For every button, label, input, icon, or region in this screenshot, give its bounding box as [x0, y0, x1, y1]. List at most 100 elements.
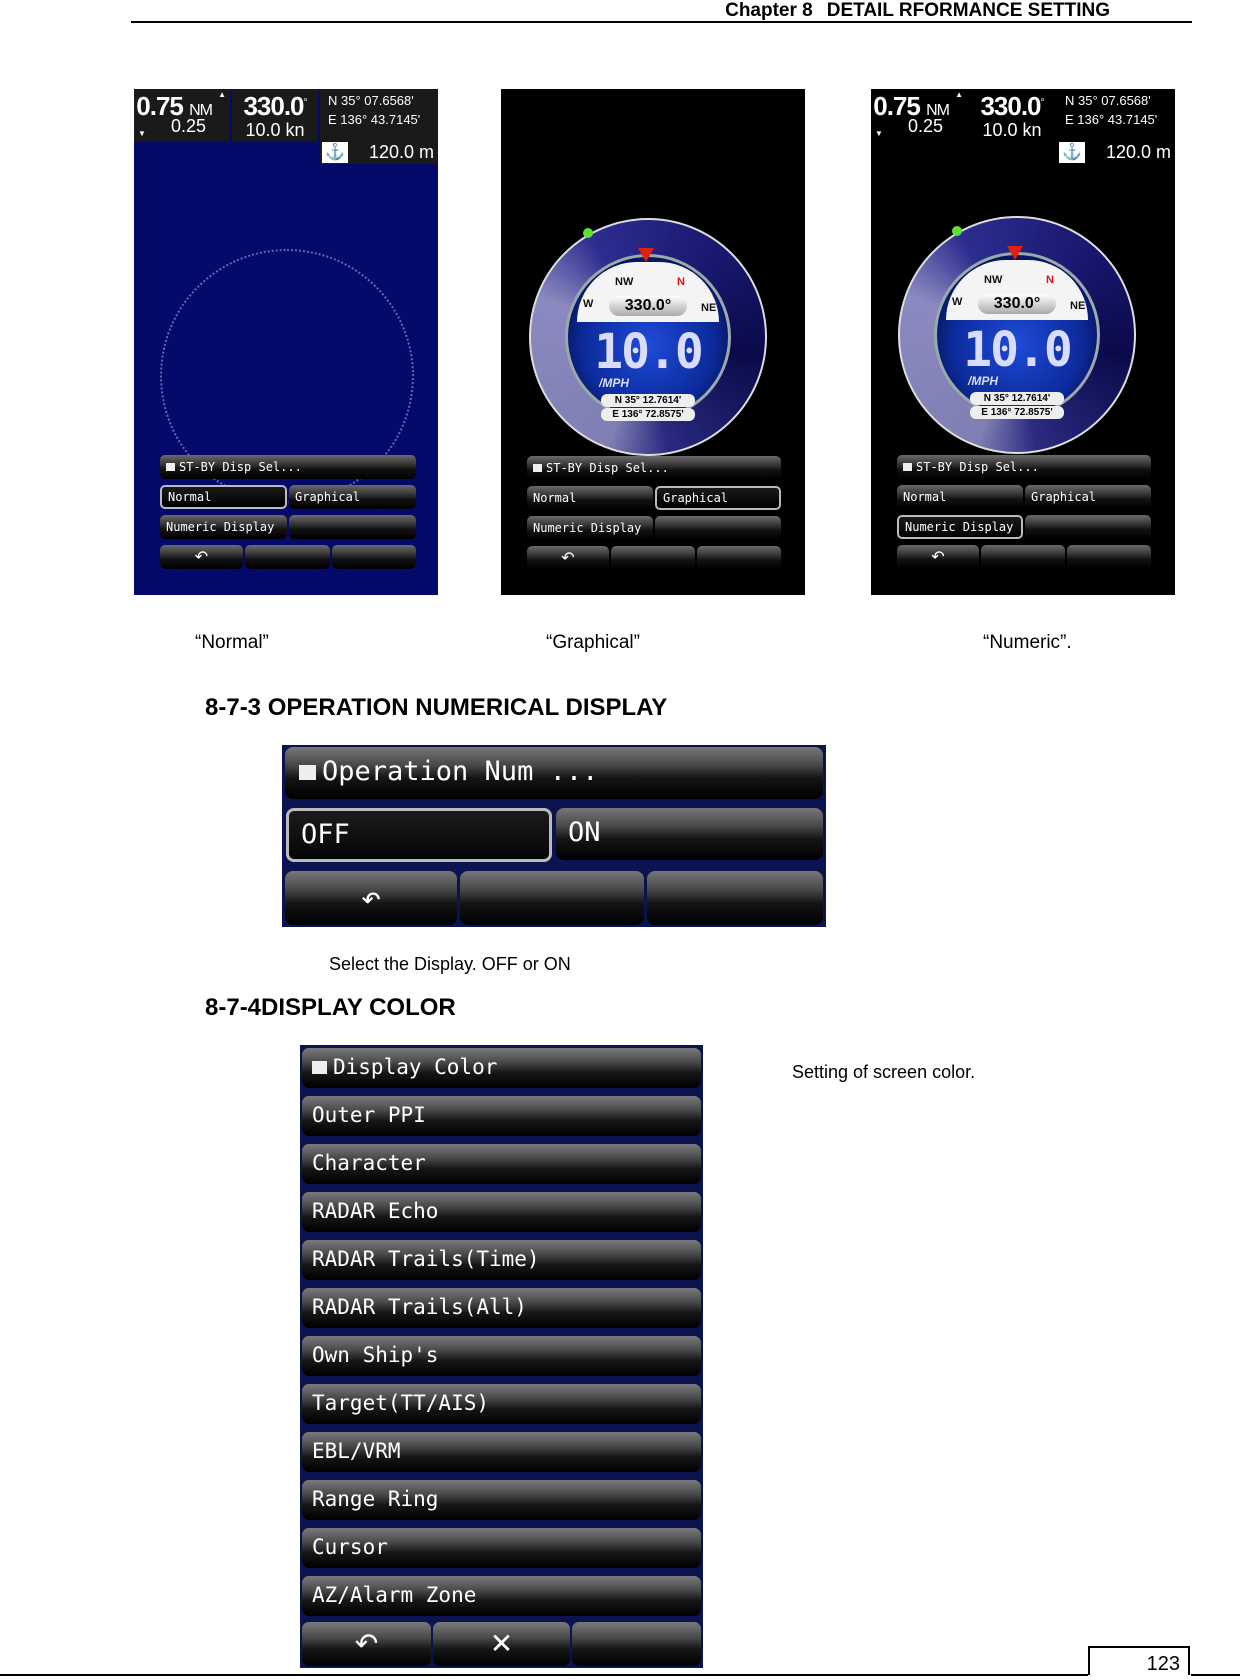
depth-value: 120.0 m	[368, 142, 434, 162]
option-on[interactable]: ON	[556, 808, 823, 860]
chapter-number: Chapter 8	[725, 0, 813, 21]
color-item-cursor[interactable]: Cursor	[302, 1528, 701, 1568]
heading-marker-icon	[638, 248, 654, 262]
depth-readout: ⚓ 120.0 m	[1057, 141, 1175, 164]
description-874: Setting of screen color.	[792, 1062, 976, 1082]
option-graphical[interactable]: Graphical	[655, 486, 781, 510]
display-color-menu: Display Color Outer PPI Character RADAR …	[300, 1045, 703, 1668]
range-up-icon[interactable]: ▲	[218, 90, 226, 99]
color-item-az-alarm-zone[interactable]: AZ/Alarm Zone	[302, 1576, 701, 1616]
gauge-heading: 330.0°	[978, 294, 1056, 314]
menu-title: ST-BY Disp Sel...	[160, 455, 416, 479]
anchor-icon: ⚓	[1059, 142, 1085, 163]
compass-label-ne: NE	[701, 302, 717, 314]
empty-button	[1067, 545, 1151, 569]
option-graphical[interactable]: Graphical	[1025, 485, 1151, 509]
heading-value: 330.0	[243, 91, 304, 121]
back-button[interactable]: ↶	[527, 546, 609, 570]
empty-button	[981, 545, 1065, 569]
option-graphical[interactable]: Graphical	[289, 485, 416, 509]
color-item-radar-trails-all[interactable]: RADAR Trails(All)	[302, 1288, 701, 1328]
gauge-unit: /MPH	[599, 376, 629, 390]
empty-button	[245, 545, 330, 569]
option-numeric-display[interactable]: Numeric Display	[897, 515, 1023, 539]
gauge-speed: 10.0	[594, 324, 704, 380]
back-button[interactable]: ↶	[302, 1622, 431, 1666]
position-readout: N 35° 07.6568' E 136° 43.7145'	[1057, 89, 1175, 141]
gauge-latitude: N 35° 12.7614'	[970, 392, 1064, 405]
color-item-own-ship[interactable]: Own Ship's	[302, 1336, 701, 1376]
color-item-target[interactable]: Target(TT/AIS)	[302, 1384, 701, 1424]
page-number: 123	[1088, 1646, 1190, 1675]
empty-button	[1025, 515, 1151, 539]
section-heading-874: 8-7-4DISPLAY COLOR	[205, 994, 456, 1021]
range-down-icon[interactable]: ▼	[138, 129, 146, 138]
description-873: Select the Display. OFF or ON	[329, 954, 571, 974]
color-item-radar-trails-time[interactable]: RADAR Trails(Time)	[302, 1240, 701, 1280]
longitude: E 136° 43.7145'	[1065, 112, 1158, 127]
operation-num-dialog: Operation Num ... OFF ON ↶	[282, 745, 826, 927]
flag-icon	[312, 1061, 327, 1074]
back-button[interactable]: ↶	[897, 545, 979, 569]
footer-rule	[0, 1674, 1088, 1676]
ring-value: 0.25	[907, 116, 943, 136]
back-icon: ↶	[354, 1628, 379, 1659]
flag-icon	[533, 464, 542, 472]
option-normal[interactable]: Normal	[527, 486, 653, 510]
flag-icon	[299, 765, 316, 780]
back-icon: ↶	[360, 878, 382, 918]
screen-normal: ▲ 0.75 NM 0.25 ▼ 330.0° 10.0 kn N 35° 07…	[134, 89, 438, 595]
range-readout: ▲ 0.75 NM 0.25 ▼	[871, 89, 967, 141]
back-icon: ↶	[194, 547, 209, 566]
compass-label-w: W	[952, 296, 963, 308]
menu-title: ST-BY Disp Sel...	[527, 456, 781, 480]
color-item-character[interactable]: Character	[302, 1144, 701, 1184]
option-normal[interactable]: Normal	[160, 485, 287, 509]
caption-graphical: “Graphical”	[546, 632, 640, 653]
color-item-outer-ppi[interactable]: Outer PPI	[302, 1096, 701, 1136]
caption-numeric: “Numeric”.	[983, 632, 1072, 653]
heading-readout: 330.0° 10.0 kn	[969, 89, 1055, 141]
option-normal[interactable]: Normal	[897, 485, 1023, 509]
empty-button	[572, 1622, 701, 1666]
empty-button	[332, 545, 416, 569]
empty-button	[697, 546, 781, 570]
compass-label-n: N	[677, 276, 685, 288]
header-rule	[131, 21, 1192, 23]
empty-button	[289, 515, 416, 539]
empty-button	[460, 871, 644, 925]
gauge-heading: 330.0°	[609, 296, 687, 316]
option-numeric-display[interactable]: Numeric Display	[160, 515, 287, 539]
chapter-title: DETAIL RFORMANCE SETTING	[826, 0, 1110, 21]
caption-normal: “Normal”	[195, 632, 269, 653]
section-heading-873: 8-7-3 OPERATION NUMERICAL DISPLAY	[205, 694, 668, 721]
dialog-title: Operation Num ...	[285, 747, 823, 799]
status-bar: ▲ 0.75 NM 0.25 ▼ 330.0° 10.0 kn N 35° 07…	[871, 89, 1175, 164]
flag-icon	[166, 463, 175, 471]
speed-gauge: W NW N NE 330.0° 10.0 /MPH N 35° 12.7614…	[898, 216, 1136, 454]
gauge-speed: 10.0	[963, 322, 1073, 378]
depth-value: 120.0 m	[1105, 142, 1171, 162]
speed-gauge: W NW N NE 330.0° 10.0 /MPH N 35° 12.7614…	[529, 218, 767, 456]
range-up-icon[interactable]: ▲	[955, 90, 963, 99]
compass-label-ne: NE	[1070, 300, 1086, 312]
heading-marker-icon	[1007, 246, 1023, 260]
close-button[interactable]: ✕	[433, 1622, 570, 1666]
back-icon: ↶	[561, 548, 575, 567]
gauge-longitude: E 136° 72.8575'	[601, 408, 695, 421]
status-bar: ▲ 0.75 NM 0.25 ▼ 330.0° 10.0 kn N 35° 07…	[134, 89, 438, 164]
back-button[interactable]: ↶	[160, 545, 243, 569]
gauge-unit: /MPH	[968, 374, 998, 388]
empty-button	[655, 516, 781, 540]
footer-rule	[1191, 1674, 1240, 1676]
range-down-icon[interactable]: ▼	[875, 129, 883, 138]
color-item-range-ring[interactable]: Range Ring	[302, 1480, 701, 1520]
compass-label-nw: NW	[615, 276, 634, 288]
option-off[interactable]: OFF	[286, 808, 552, 862]
back-button[interactable]: ↶	[285, 871, 457, 925]
gauge-latitude: N 35° 12.7614'	[601, 394, 695, 407]
color-item-ebl-vrm[interactable]: EBL/VRM	[302, 1432, 701, 1472]
option-numeric-display[interactable]: Numeric Display	[527, 516, 653, 540]
color-item-radar-echo[interactable]: RADAR Echo	[302, 1192, 701, 1232]
chapter-header: Chapter 8 DETAIL RFORMANCE SETTING	[711, 0, 1110, 22]
